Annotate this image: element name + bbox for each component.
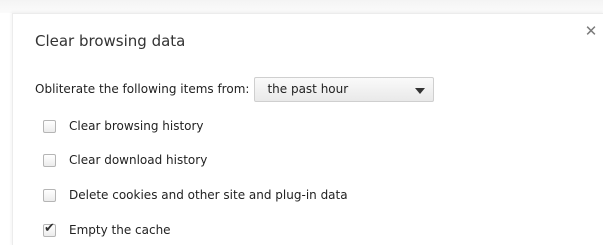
checkbox-clear-browsing-history[interactable] [43,119,56,133]
option-label: Clear download history [69,153,208,167]
option-label: Delete cookies and other site and plug-i… [69,188,348,202]
option-clear-browsing-history[interactable]: Clear browsing history [43,117,204,135]
checkbox-delete-cookies[interactable] [43,188,56,202]
checkbox-empty-cache[interactable]: ✔ [43,220,56,237]
dialog-title: Clear browsing data [35,32,186,50]
time-range-label: Obliterate the following items from: [35,82,250,96]
option-delete-cookies[interactable]: Delete cookies and other site and plug-i… [43,186,348,204]
time-range-select[interactable]: the past hour [254,76,435,102]
option-empty-cache[interactable]: ✔ Empty the cache [43,221,171,239]
option-clear-download-history[interactable]: Clear download history [43,151,207,169]
clear-browsing-data-dialog: Clear browsing data ✕ Obliterate the fol… [12,13,603,245]
close-icon[interactable]: ✕ [583,23,599,39]
chevron-down-icon [415,87,426,94]
page: Clear browsing data ✕ Obliterate the fol… [0,0,603,245]
option-label: Clear browsing history [69,119,204,133]
time-range-selected-value: the past hour [267,81,349,96]
option-label: Empty the cache [69,223,171,237]
window-top-edge [0,0,603,13]
time-range-row: Obliterate the following items from: the… [35,76,435,102]
checkmark-icon: ✔ [44,220,55,236]
checkbox-clear-download-history[interactable] [43,153,56,167]
